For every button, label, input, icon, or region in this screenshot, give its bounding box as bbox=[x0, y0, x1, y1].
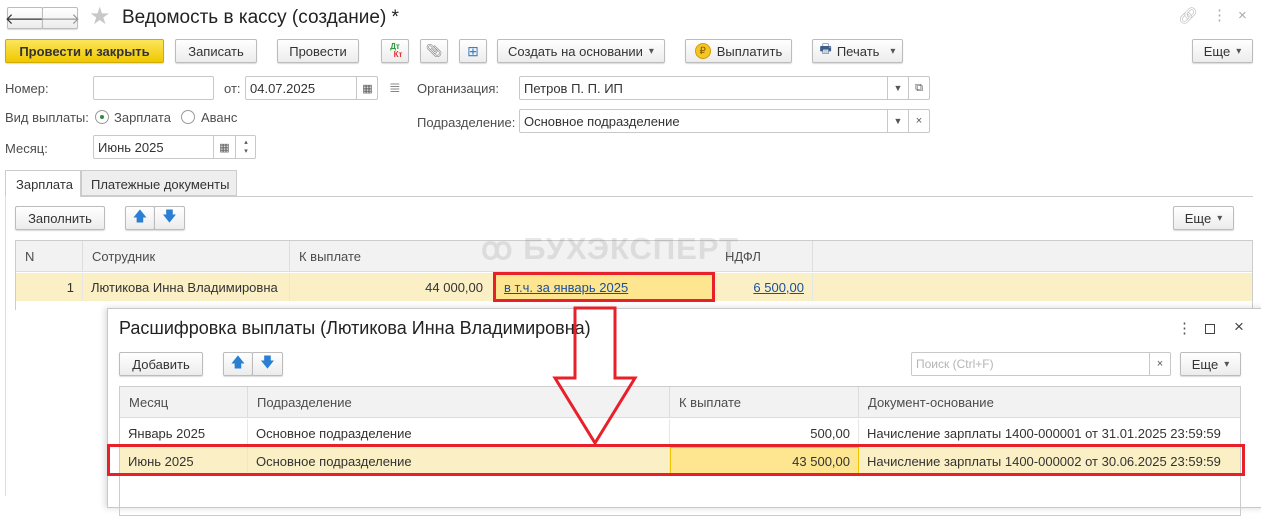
dt-kt-button[interactable]: Дт Кт bbox=[381, 39, 409, 63]
arrow-down-icon: 🡇 bbox=[260, 354, 275, 370]
more-icon[interactable]: ⋮ bbox=[1212, 6, 1227, 24]
pay-button[interactable]: ₽ Выплатить bbox=[685, 39, 792, 63]
cell-amount: 500,00 bbox=[670, 419, 859, 447]
table-row[interactable]: Январь 2025 Основное подразделение 500,0… bbox=[120, 419, 1240, 447]
open-icon[interactable]: ⧉ bbox=[908, 77, 929, 99]
list-icon[interactable]: ≣ bbox=[389, 79, 401, 96]
dialog-title: Расшифровка выплаты (Лютикова Инна Влади… bbox=[119, 318, 591, 338]
move-down-button[interactable]: 🡇 bbox=[154, 206, 185, 230]
org-select[interactable]: Петров П. П. ИП ▼ ⧉ bbox=[519, 76, 930, 100]
printer-icon: 🖶 bbox=[819, 41, 832, 56]
radio-advance[interactable] bbox=[181, 110, 195, 124]
forward-button[interactable]: 🡒 bbox=[39, 7, 81, 29]
arrow-down-icon: 🡇 bbox=[162, 208, 177, 224]
radio-advance-label[interactable]: Аванс bbox=[201, 110, 237, 125]
create-based-button[interactable]: Создать на основании bbox=[497, 39, 665, 63]
salary-table: N Сотрудник К выплате НДФЛ 1 Лютикова Ин… bbox=[15, 231, 1253, 310]
date-input[interactable]: 04.07.2025 ▦ bbox=[245, 76, 378, 100]
attach-button[interactable]: 📎︎ bbox=[420, 39, 448, 63]
fill-button[interactable]: Заполнить bbox=[15, 206, 105, 230]
tab-salary[interactable]: Зарплата bbox=[5, 170, 81, 197]
col-n[interactable]: N bbox=[16, 241, 83, 272]
cell-n: 1 bbox=[16, 273, 83, 301]
col-month[interactable]: Месяц bbox=[120, 387, 248, 418]
more-icon[interactable]: ⋮ bbox=[1177, 319, 1192, 337]
dept-label: Подразделение: bbox=[417, 115, 516, 130]
cell-ndfl[interactable]: 6 500,00 bbox=[716, 273, 813, 301]
watermark-logo: ꝏ БУХЭКСПЕРТ bbox=[481, 231, 740, 266]
cell-doc: Начисление зарплаты 1400-000001 от 31.01… bbox=[867, 425, 1221, 441]
star-icon[interactable]: ★ bbox=[89, 2, 111, 31]
cell-amount: 44 000,00 bbox=[425, 279, 483, 295]
number-input[interactable] bbox=[93, 76, 214, 100]
payment-breakdown-dialog: Расшифровка выплаты (Лютикова Инна Влади… bbox=[107, 308, 1261, 516]
col-doc[interactable]: Документ-основание bbox=[859, 387, 1241, 418]
clear-icon[interactable]: × bbox=[1149, 353, 1170, 375]
paperclip-icon: 📎︎ bbox=[425, 43, 443, 58]
arrow-up-icon: 🡅 bbox=[132, 208, 148, 224]
radio-salary-label[interactable]: Зарплата bbox=[114, 110, 171, 125]
spinner[interactable]: ▴ ▾ bbox=[235, 136, 256, 158]
clear-icon[interactable]: × bbox=[908, 110, 929, 132]
table-row[interactable]: 1 Лютикова Инна Владимировна 44 000,00 в… bbox=[16, 272, 1252, 302]
forward-icon: 🡒 bbox=[39, 10, 81, 28]
structure-icon: ⊞ bbox=[467, 42, 479, 59]
maximize-icon[interactable] bbox=[1205, 324, 1215, 334]
col-employee[interactable]: Сотрудник bbox=[83, 241, 290, 272]
cell-employee: Лютикова Инна Владимировна bbox=[83, 273, 290, 301]
calendar-icon[interactable]: ▦ bbox=[213, 136, 235, 158]
month-label: Месяц: bbox=[5, 141, 48, 156]
move-down-button[interactable]: 🡇 bbox=[252, 352, 283, 376]
page-title: Ведомость в кассу (создание) * bbox=[122, 7, 399, 28]
move-up-button[interactable]: 🡅 bbox=[223, 352, 253, 376]
post-and-close-button[interactable]: Провести и закрыть bbox=[5, 39, 164, 63]
back-button[interactable]: 🡐 bbox=[5, 7, 45, 29]
annotation-arrow-icon bbox=[552, 306, 638, 446]
calendar-icon[interactable]: ▦ bbox=[356, 77, 378, 99]
pay-type-label: Вид выплаты: bbox=[5, 110, 89, 125]
highlight-frame bbox=[107, 444, 1245, 476]
post-button[interactable]: Провести bbox=[277, 39, 359, 63]
close-icon[interactable]: × bbox=[1234, 317, 1244, 337]
dept-select[interactable]: Основное подразделение ▼ × bbox=[519, 109, 930, 133]
date-label: от: bbox=[224, 81, 241, 96]
radio-salary[interactable] bbox=[95, 110, 109, 124]
org-label: Организация: bbox=[417, 81, 500, 96]
chevron-down-icon[interactable]: ▼ bbox=[887, 110, 908, 132]
table-more-button[interactable]: Еще bbox=[1173, 206, 1234, 230]
tab-payment-docs[interactable]: Платежные документы bbox=[81, 170, 237, 196]
month-input[interactable]: Июнь 2025 ▦ ▴ ▾ bbox=[93, 135, 256, 159]
add-button[interactable]: Добавить bbox=[119, 352, 203, 376]
col-amount[interactable]: К выплате bbox=[670, 387, 859, 418]
more-button[interactable]: Еще bbox=[1192, 39, 1253, 63]
structure-button[interactable]: ⊞ bbox=[459, 39, 487, 63]
ruble-coin-icon: ₽ bbox=[694, 43, 711, 59]
cell-incl-link[interactable]: в т.ч. за январь 2025 bbox=[493, 272, 715, 302]
link-icon[interactable]: 🔗︎ bbox=[1178, 6, 1198, 26]
search-input[interactable]: Поиск (Ctrl+F) × bbox=[911, 352, 1171, 376]
print-button[interactable]: 🖶 Печать bbox=[812, 39, 903, 63]
number-label: Номер: bbox=[5, 81, 49, 96]
dialog-more-button[interactable]: Еще bbox=[1180, 352, 1241, 376]
arrow-up-icon: 🡅 bbox=[230, 354, 246, 370]
save-button[interactable]: Записать bbox=[175, 39, 257, 63]
close-icon[interactable]: × bbox=[1238, 7, 1247, 24]
move-up-button[interactable]: 🡅 bbox=[125, 206, 155, 230]
cell-month: Январь 2025 bbox=[120, 419, 248, 447]
chevron-down-icon[interactable]: ▼ bbox=[887, 77, 908, 99]
